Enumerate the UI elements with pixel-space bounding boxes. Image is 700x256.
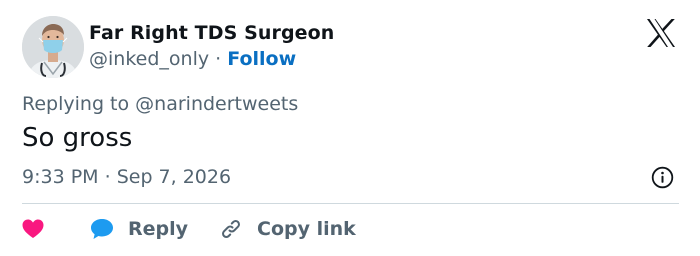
- tweet-text: So gross: [22, 123, 133, 153]
- info-icon[interactable]: [651, 166, 674, 189]
- follow-button[interactable]: Follow: [227, 48, 296, 70]
- avatar[interactable]: [22, 16, 84, 78]
- reply-label: Reply: [128, 218, 189, 240]
- tweet-time: 9:33 PM: [22, 166, 99, 188]
- replying-to-prefix: Replying to: [22, 93, 130, 115]
- speech-bubble-icon: [91, 219, 113, 239]
- x-logo-icon[interactable]: [646, 19, 676, 47]
- replying-to-line: Replying to @narindertweets: [22, 93, 298, 115]
- like-button[interactable]: [22, 219, 44, 239]
- divider: [22, 203, 679, 204]
- replying-to-handle[interactable]: @narindertweets: [135, 93, 298, 115]
- author-display-name[interactable]: Far Right TDS Surgeon: [89, 22, 334, 44]
- reply-button[interactable]: Reply: [90, 218, 188, 240]
- link-icon: [222, 220, 240, 238]
- author-handle[interactable]: @inked_only: [89, 48, 209, 70]
- tweet-timestamp[interactable]: 9:33 PM · Sep 7, 2026: [22, 166, 231, 188]
- avatar-image: [22, 16, 84, 78]
- tweet-date: Sep 7, 2026: [116, 166, 232, 188]
- timestamp-separator: ·: [104, 166, 111, 188]
- copy-link-button[interactable]: Copy link: [219, 217, 356, 241]
- handle-separator: ·: [215, 48, 222, 70]
- copy-link-label: Copy link: [257, 218, 356, 240]
- tweet-actions: Reply Copy link: [22, 214, 356, 244]
- heart-icon: [22, 219, 44, 238]
- author-handle-line: @inked_only · Follow: [89, 48, 296, 70]
- tweet-embed-card: Far Right TDS Surgeon @inked_only · Foll…: [0, 0, 700, 256]
